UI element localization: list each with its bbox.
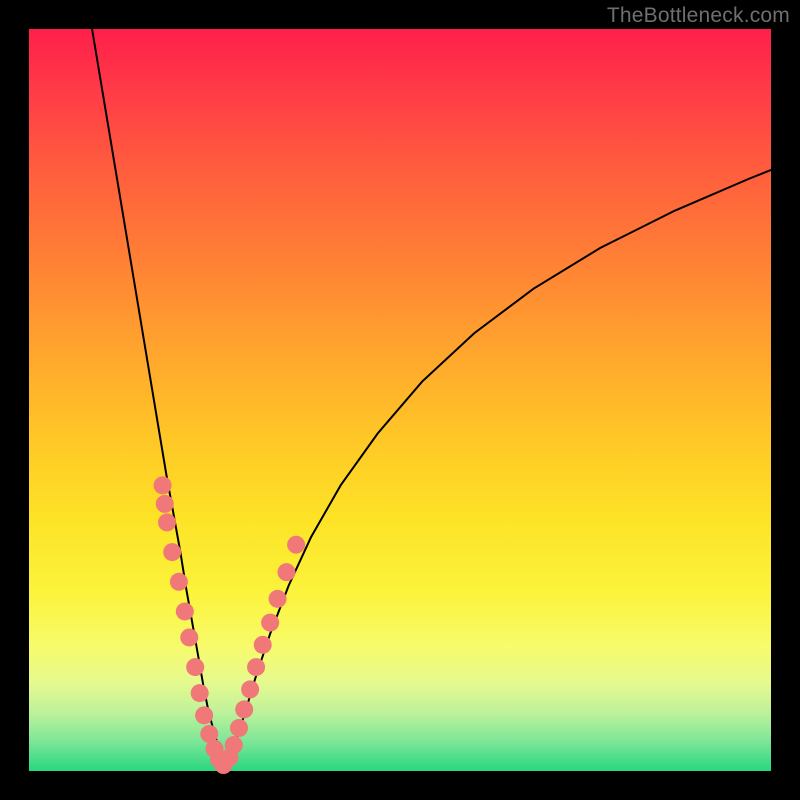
- data-dot: [230, 719, 248, 737]
- data-dot: [156, 495, 174, 513]
- curve-left: [92, 29, 226, 765]
- data-dot: [176, 602, 194, 620]
- data-dot: [269, 590, 287, 608]
- data-dot: [225, 736, 243, 754]
- data-dot: [163, 543, 181, 561]
- data-dot: [241, 680, 259, 698]
- curve-right: [226, 170, 771, 765]
- data-dot: [170, 573, 188, 591]
- data-dot: [277, 563, 295, 581]
- data-dot: [191, 684, 209, 702]
- bottleneck-curve-chart: [0, 0, 800, 800]
- data-dot: [287, 536, 305, 554]
- data-dot: [254, 636, 272, 654]
- data-dot: [195, 706, 213, 724]
- data-dot: [247, 658, 265, 676]
- data-dot: [158, 513, 176, 531]
- data-dot: [235, 700, 253, 718]
- data-dot: [261, 614, 279, 632]
- watermark-text: TheBottleneck.com: [607, 4, 790, 28]
- data-dot: [154, 476, 172, 494]
- data-dot: [180, 628, 198, 646]
- data-dot: [186, 658, 204, 676]
